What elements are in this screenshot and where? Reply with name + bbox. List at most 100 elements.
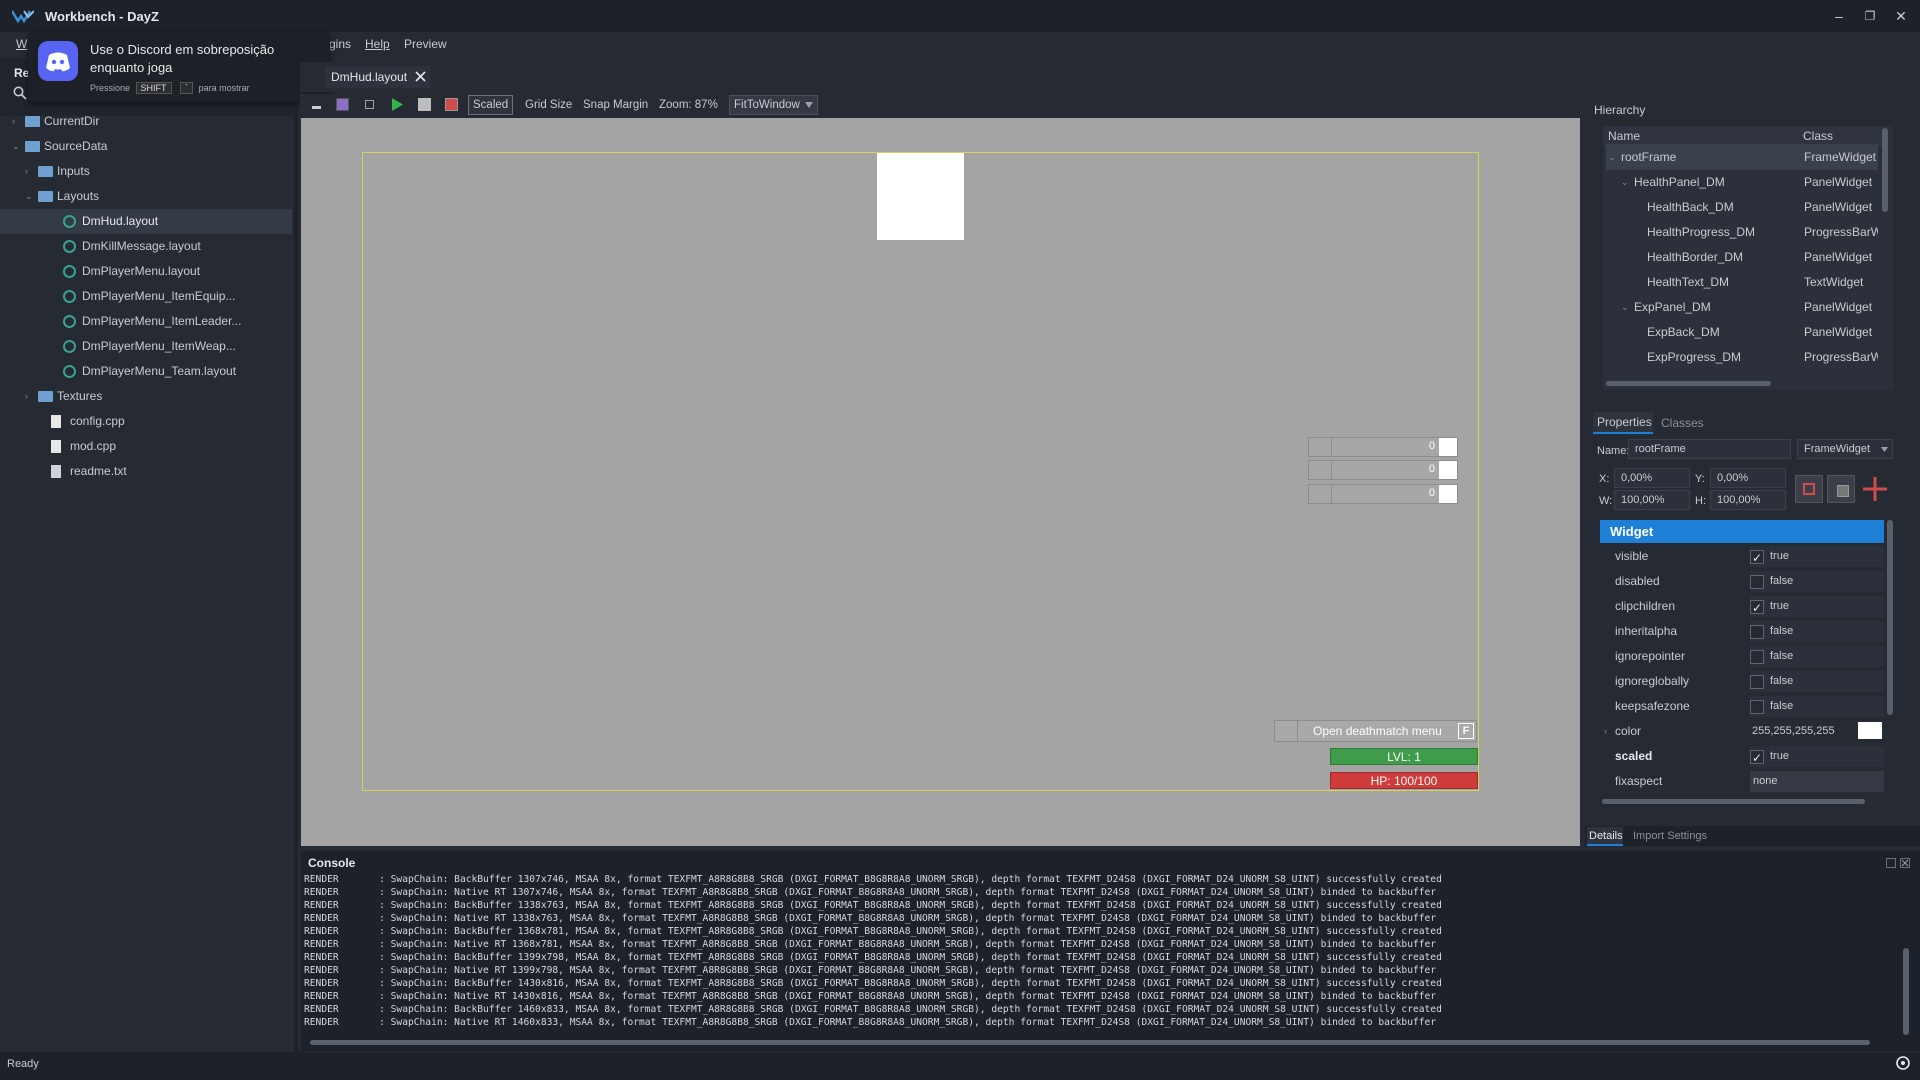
tree-item[interactable]: readme.txt	[0, 459, 292, 484]
class-select[interactable]: FrameWidget	[1797, 439, 1893, 459]
chevron-right-icon[interactable]: ›	[12, 109, 22, 134]
edit-box-2[interactable]: 0	[1308, 460, 1458, 480]
chevron-right-icon[interactable]: ›	[25, 159, 35, 184]
h-field[interactable]: 100,00%	[1710, 490, 1786, 510]
menu-plugins[interactable]: gins	[329, 37, 351, 51]
tree-item[interactable]: DmPlayerMenu_ItemEquip...	[0, 284, 292, 309]
tab-properties[interactable]: Properties	[1593, 412, 1653, 434]
menu-preview[interactable]: Preview	[404, 37, 447, 51]
collapse-icon[interactable]	[312, 106, 321, 109]
anchor-corner-icon[interactable]	[1827, 475, 1855, 503]
x-field[interactable]: 0,00%	[1614, 468, 1690, 488]
property-checkbox[interactable]: false	[1750, 621, 1884, 642]
tab-details[interactable]: Details	[1587, 827, 1623, 846]
chevron-right-icon[interactable]: ›	[1604, 719, 1614, 744]
tab-classes[interactable]: Classes	[1657, 413, 1707, 433]
property-checkbox[interactable]: true	[1750, 546, 1884, 571]
checkbox[interactable]	[1750, 746, 1764, 771]
anchor-center-icon[interactable]	[1795, 475, 1823, 503]
minimize-button[interactable]: –	[1826, 6, 1852, 26]
hierarchy-row[interactable]: ⌄ rootFrame FrameWidget	[1606, 145, 1878, 170]
hierarchy-hscrollbar[interactable]	[1606, 381, 1771, 386]
chevron-down-icon[interactable]: ⌄	[25, 184, 35, 209]
w-field[interactable]: 100,00%	[1614, 490, 1690, 510]
play-icon[interactable]	[391, 98, 403, 111]
record-icon[interactable]	[445, 98, 458, 111]
property-checkbox[interactable]: false	[1750, 646, 1884, 667]
property-checkbox[interactable]: true	[1750, 746, 1884, 771]
close-panel-icon[interactable]	[1900, 858, 1910, 868]
property-checkbox[interactable]: true	[1750, 596, 1884, 621]
restore-button[interactable]: ❐	[1857, 6, 1883, 26]
checkbox[interactable]	[1750, 700, 1764, 714]
close-window-button[interactable]: ✕	[1888, 6, 1914, 26]
discord-overlay-notification[interactable]: Use o Discord em sobreposição enquanto j…	[28, 32, 330, 102]
edit-box-1[interactable]: 0	[1308, 437, 1458, 457]
tree-item[interactable]: ⌄ Layouts	[0, 184, 292, 209]
menu-help[interactable]: Help	[365, 37, 390, 51]
hierarchy-row[interactable]: HealthText_DM TextWidget	[1606, 270, 1878, 295]
tree-item[interactable]: › Inputs	[0, 159, 292, 184]
chevron-down-icon[interactable]: ⌄	[1608, 145, 1618, 170]
column-name[interactable]: Name	[1608, 129, 1640, 143]
checkbox[interactable]	[1750, 675, 1764, 689]
name-field[interactable]: rootFrame	[1628, 439, 1791, 459]
search-icon[interactable]	[13, 86, 27, 100]
chevron-down-icon[interactable]: ⌄	[1621, 170, 1631, 195]
settings-icon[interactable]	[1895, 1055, 1911, 1071]
color-value[interactable]: 255,255,255,255	[1750, 721, 1884, 742]
hierarchy-row[interactable]: HealthBorder_DM PanelWidget	[1606, 245, 1878, 270]
hierarchy-row[interactable]: ExpBack_DM PanelWidget	[1606, 320, 1878, 345]
tab-import-settings[interactable]: Import Settings	[1633, 827, 1707, 846]
chevron-down-icon[interactable]: ⌄	[12, 134, 22, 159]
tree-item[interactable]: mod.cpp	[0, 434, 292, 459]
menu-workbench[interactable]: W	[16, 37, 27, 51]
anchor-stretch-icon[interactable]	[1861, 475, 1889, 503]
checkbox[interactable]	[1750, 625, 1764, 639]
property-checkbox[interactable]: false	[1750, 571, 1884, 592]
color-swatch[interactable]	[1858, 722, 1882, 739]
tree-item[interactable]: ⌄ SourceData	[0, 134, 292, 159]
console-hscrollbar[interactable]	[310, 1040, 1870, 1045]
checkbox[interactable]	[1750, 575, 1764, 589]
property-checkbox[interactable]: false	[1750, 696, 1884, 717]
tree-item[interactable]: DmHud.layout	[0, 209, 292, 234]
hierarchy-row[interactable]: HealthBack_DM PanelWidget	[1606, 195, 1878, 220]
close-tab-icon[interactable]	[415, 71, 426, 82]
hierarchy-row[interactable]: ⌄ HealthPanel_DM PanelWidget	[1606, 170, 1878, 195]
tree-item[interactable]: › CurrentDir	[0, 109, 292, 134]
tree-item[interactable]: DmPlayerMenu_Team.layout	[0, 359, 292, 384]
white-panel-widget[interactable]	[877, 153, 964, 240]
checkbox[interactable]	[1750, 650, 1764, 664]
open-deathmatch-menu-hint[interactable]: Open deathmatch menu F	[1274, 720, 1477, 742]
chevron-right-icon[interactable]: ›	[25, 384, 35, 409]
snap-margin-button[interactable]: Snap Margin	[583, 94, 648, 116]
checkbox[interactable]	[1750, 596, 1764, 621]
properties-vscrollbar[interactable]	[1887, 520, 1893, 715]
edit-box-3[interactable]: 0	[1308, 484, 1458, 504]
hierarchy-row[interactable]: ExpProgress_DM ProgressBarW	[1606, 345, 1878, 370]
tree-item[interactable]: DmPlayerMenu.layout	[0, 259, 292, 284]
console-vscrollbar[interactable]	[1903, 948, 1909, 1035]
properties-hscrollbar[interactable]	[1602, 799, 1865, 804]
hierarchy-row[interactable]: ⌄ ExpPanel_DM PanelWidget	[1606, 295, 1878, 320]
checkbox[interactable]	[1750, 546, 1764, 571]
scaled-toggle[interactable]: Scaled	[468, 95, 514, 115]
column-class[interactable]: Class	[1803, 129, 1833, 143]
tree-item[interactable]: DmPlayerMenu_ItemWeap...	[0, 334, 292, 359]
grid-size-button[interactable]: Grid Size	[525, 94, 572, 116]
tree-item[interactable]: DmKillMessage.layout	[0, 234, 292, 259]
hierarchy-vscrollbar[interactable]	[1882, 128, 1888, 212]
y-field[interactable]: 0,00%	[1710, 468, 1786, 488]
float-panel-icon[interactable]	[1886, 858, 1896, 868]
stop-icon[interactable]	[418, 98, 431, 111]
hierarchy-row[interactable]: HealthProgress_DM ProgressBarW	[1606, 220, 1878, 245]
chevron-down-icon[interactable]: ⌄	[1621, 295, 1631, 320]
tree-item[interactable]: DmPlayerMenu_ItemLeader...	[0, 309, 292, 334]
property-checkbox[interactable]: false	[1750, 671, 1884, 692]
widget-section-header[interactable]: Widget	[1600, 520, 1884, 543]
tree-item[interactable]: › Textures	[0, 384, 292, 409]
stop-small-icon[interactable]	[365, 100, 374, 109]
widget-color-icon[interactable]	[336, 98, 349, 111]
fixaspect-select[interactable]: none	[1750, 771, 1884, 792]
